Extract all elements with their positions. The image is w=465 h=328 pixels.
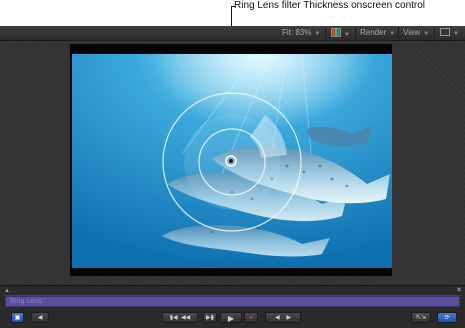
audio-toggle-button[interactable]: ◀: [31, 312, 49, 323]
timeline-toggle-button[interactable]: ▣: [11, 312, 24, 323]
view-layout-popup[interactable]: ▼: [440, 28, 459, 38]
callout-leader-tick: [231, 6, 235, 7]
underwater-dolphins-image: [72, 54, 392, 268]
speaker-icon: ◀: [37, 315, 43, 321]
track-label: Ring Lens: [10, 298, 42, 305]
callout-label: Ring Lens filter Thickness onscreen cont…: [234, 0, 426, 11]
preview-image[interactable]: [72, 54, 392, 268]
loop-button[interactable]: ⟳: [437, 312, 457, 323]
ring-lens-center-dot: [229, 159, 233, 163]
close-icon[interactable]: ✕: [456, 287, 462, 294]
transport-controls: ▣ ◀ ▮◀ ◀◀ ▶▮ ▶ ● ◀ ▶ ⇱⇲ ⟳: [0, 309, 465, 327]
playhead-icon[interactable]: ▲: [4, 288, 10, 294]
view-label: View: [403, 28, 421, 37]
chevron-down-icon: ▼: [423, 31, 430, 37]
fit-label: Fit:: [282, 28, 294, 37]
canvas-window: Fit: 83% ▼ ▼ Render ▼ View ▼ ▼ ▲ ✕ Ring …: [0, 26, 465, 328]
timeline-ruler[interactable]: ▲ ✕: [3, 287, 462, 296]
record-button[interactable]: ●: [244, 312, 258, 323]
toolbar-divider: [325, 27, 326, 39]
record-icon: ●: [249, 315, 253, 321]
mini-timeline: ▲ ✕ Ring Lens ▣ ◀ ▮◀ ◀◀ ▶▮ ▶ ● ◀ ▶ ⇱⇲ ⟳: [0, 285, 465, 328]
chevron-down-icon: ▼: [453, 31, 459, 37]
color-channels-icon: [331, 28, 341, 37]
go-to-end-icon: ▶▮: [206, 315, 214, 321]
filter-track-bar[interactable]: Ring Lens: [5, 296, 460, 307]
previous-keyframe-icon: ◀ ▶: [275, 315, 291, 321]
render-popup[interactable]: Render ▼: [360, 28, 395, 38]
timeline-icon: ▣: [14, 315, 21, 321]
loop-icon: ⟳: [444, 315, 450, 321]
render-label: Render: [360, 28, 387, 37]
chevron-down-icon: ▼: [314, 31, 321, 37]
fullscreen-button[interactable]: ⇱⇲: [411, 312, 431, 323]
toolbar-divider: [398, 27, 399, 39]
chevron-down-icon: ▼: [389, 31, 396, 37]
previous-keyframe-button[interactable]: ◀ ▶: [265, 312, 301, 323]
go-to-end-button[interactable]: ▶▮: [203, 312, 217, 323]
fit-value: 83%: [295, 28, 312, 37]
color-channels-popup[interactable]: ▼: [331, 28, 350, 38]
go-to-start-button[interactable]: ▮◀ ◀◀: [162, 312, 198, 323]
toolbar-divider: [434, 27, 435, 39]
view-layout-icon: [440, 28, 450, 36]
go-to-start-icon: ▮◀ ◀◀: [169, 315, 191, 321]
fit-zoom-popup[interactable]: Fit: 83% ▼: [282, 28, 320, 38]
play-button[interactable]: ▶: [220, 312, 242, 323]
play-icon: ▶: [227, 314, 235, 323]
view-popup[interactable]: View ▼: [403, 28, 429, 38]
chevron-down-icon: ▼: [344, 32, 350, 38]
toolbar-divider: [355, 27, 356, 39]
expand-icon: ⇱⇲: [415, 315, 427, 321]
viewer-toolbar: Fit: 83% ▼ ▼ Render ▼ View ▼ ▼: [0, 26, 465, 41]
